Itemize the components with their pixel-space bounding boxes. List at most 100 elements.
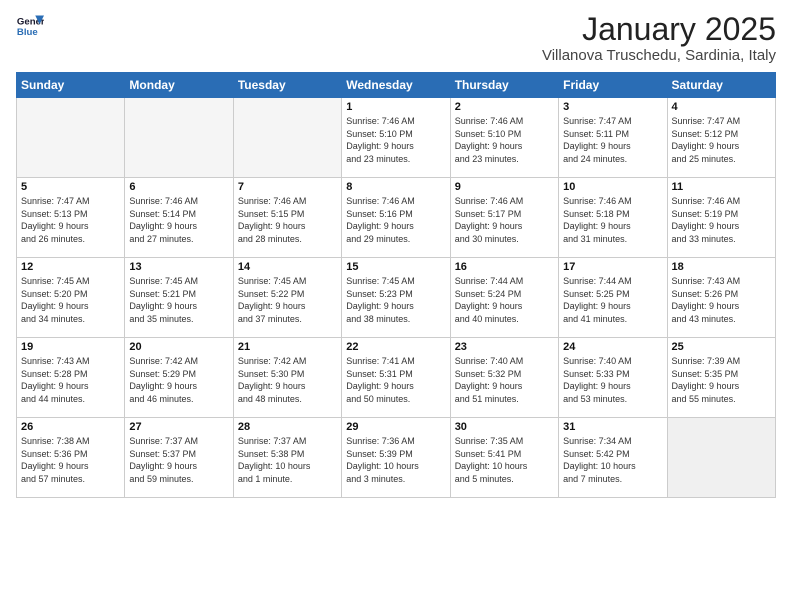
day-number: 12 xyxy=(21,261,120,273)
day-info: Sunrise: 7:36 AM Sunset: 5:39 PM Dayligh… xyxy=(346,435,445,485)
day-cell: 17 Sunrise: 7:44 AM Sunset: 5:25 PM Dayli… xyxy=(559,258,667,338)
day-number: 30 xyxy=(455,421,554,433)
day-number: 1 xyxy=(346,101,445,113)
day-info: Sunrise: 7:37 AM Sunset: 5:38 PM Dayligh… xyxy=(238,435,337,485)
day-info: Sunrise: 7:37 AM Sunset: 5:37 PM Dayligh… xyxy=(129,435,228,485)
day-cell: 29 Sunrise: 7:36 AM Sunset: 5:39 PM Dayli… xyxy=(342,418,450,498)
day-number: 18 xyxy=(672,261,771,273)
day-number: 6 xyxy=(129,181,228,193)
day-number: 17 xyxy=(563,261,662,273)
header-cell-monday: Monday xyxy=(125,73,233,98)
day-info: Sunrise: 7:43 AM Sunset: 5:26 PM Dayligh… xyxy=(672,275,771,325)
day-info: Sunrise: 7:46 AM Sunset: 5:19 PM Dayligh… xyxy=(672,195,771,245)
day-number: 22 xyxy=(346,341,445,353)
day-info: Sunrise: 7:45 AM Sunset: 5:22 PM Dayligh… xyxy=(238,275,337,325)
day-number: 2 xyxy=(455,101,554,113)
day-cell xyxy=(125,98,233,178)
day-cell: 3Sunrise: 7:47 AM Sunset: 5:11 PM Daylig… xyxy=(559,98,667,178)
day-cell: 1 Sunrise: 7:46 AM Sunset: 5:10 PM Daylig… xyxy=(342,98,450,178)
day-number: 29 xyxy=(346,421,445,433)
day-cell: 10 Sunrise: 7:46 AM Sunset: 5:18 PM Dayli… xyxy=(559,178,667,258)
day-number: 7 xyxy=(238,181,337,193)
day-cell: 19 Sunrise: 7:43 AM Sunset: 5:28 PM Dayli… xyxy=(17,338,125,418)
day-info: Sunrise: 7:39 AM Sunset: 5:35 PM Dayligh… xyxy=(672,355,771,405)
day-info: Sunrise: 7:35 AM Sunset: 5:41 PM Dayligh… xyxy=(455,435,554,485)
day-cell: 13Sunrise: 7:45 AM Sunset: 5:21 PM Dayli… xyxy=(125,258,233,338)
day-cell: 25 Sunrise: 7:39 AM Sunset: 5:35 PM Dayli… xyxy=(667,338,775,418)
day-info: Sunrise: 7:46 AM Sunset: 5:17 PM Dayligh… xyxy=(455,195,554,245)
day-info: Sunrise: 7:40 AM Sunset: 5:32 PM Dayligh… xyxy=(455,355,554,405)
header-cell-sunday: Sunday xyxy=(17,73,125,98)
day-info: Sunrise: 7:46 AM Sunset: 5:10 PM Dayligh… xyxy=(346,115,445,165)
day-number: 28 xyxy=(238,421,337,433)
week-row-3: 12 Sunrise: 7:45 AM Sunset: 5:20 PM Dayli… xyxy=(17,258,776,338)
day-info: Sunrise: 7:34 AM Sunset: 5:42 PM Dayligh… xyxy=(563,435,662,485)
day-cell: 8 Sunrise: 7:46 AM Sunset: 5:16 PM Daylig… xyxy=(342,178,450,258)
day-cell: 12 Sunrise: 7:45 AM Sunset: 5:20 PM Dayli… xyxy=(17,258,125,338)
day-info: Sunrise: 7:42 AM Sunset: 5:29 PM Dayligh… xyxy=(129,355,228,405)
day-cell: 11 Sunrise: 7:46 AM Sunset: 5:19 PM Dayli… xyxy=(667,178,775,258)
day-number: 20 xyxy=(129,341,228,353)
logo-icon: General Blue xyxy=(16,12,44,40)
day-number: 31 xyxy=(563,421,662,433)
day-number: 10 xyxy=(563,181,662,193)
day-info: Sunrise: 7:47 AM Sunset: 5:11 PM Dayligh… xyxy=(563,115,662,165)
header-cell-tuesday: Tuesday xyxy=(233,73,341,98)
day-number: 9 xyxy=(455,181,554,193)
day-cell xyxy=(233,98,341,178)
logo: General Blue xyxy=(16,12,44,40)
day-cell: 18 Sunrise: 7:43 AM Sunset: 5:26 PM Dayli… xyxy=(667,258,775,338)
day-number: 4 xyxy=(672,101,771,113)
calendar-container: General Blue January 2025 Villanova Trus… xyxy=(0,0,792,506)
day-number: 19 xyxy=(21,341,120,353)
day-info: Sunrise: 7:40 AM Sunset: 5:33 PM Dayligh… xyxy=(563,355,662,405)
svg-text:Blue: Blue xyxy=(17,27,38,38)
day-cell: 30 Sunrise: 7:35 AM Sunset: 5:41 PM Dayli… xyxy=(450,418,558,498)
day-cell: 5 Sunrise: 7:47 AM Sunset: 5:13 PM Daylig… xyxy=(17,178,125,258)
header-cell-thursday: Thursday xyxy=(450,73,558,98)
header-row: SundayMondayTuesdayWednesdayThursdayFrid… xyxy=(17,73,776,98)
header: General Blue January 2025 Villanova Trus… xyxy=(16,12,776,64)
day-info: Sunrise: 7:38 AM Sunset: 5:36 PM Dayligh… xyxy=(21,435,120,485)
day-number: 11 xyxy=(672,181,771,193)
day-number: 27 xyxy=(129,421,228,433)
day-cell: 15 Sunrise: 7:45 AM Sunset: 5:23 PM Dayli… xyxy=(342,258,450,338)
day-number: 26 xyxy=(21,421,120,433)
day-info: Sunrise: 7:46 AM Sunset: 5:10 PM Dayligh… xyxy=(455,115,554,165)
day-cell: 7Sunrise: 7:46 AM Sunset: 5:15 PM Daylig… xyxy=(233,178,341,258)
week-row-1: 1 Sunrise: 7:46 AM Sunset: 5:10 PM Daylig… xyxy=(17,98,776,178)
day-number: 5 xyxy=(21,181,120,193)
day-cell: 16Sunrise: 7:44 AM Sunset: 5:24 PM Dayli… xyxy=(450,258,558,338)
day-info: Sunrise: 7:43 AM Sunset: 5:28 PM Dayligh… xyxy=(21,355,120,405)
day-info: Sunrise: 7:47 AM Sunset: 5:13 PM Dayligh… xyxy=(21,195,120,245)
day-info: Sunrise: 7:45 AM Sunset: 5:20 PM Dayligh… xyxy=(21,275,120,325)
day-number: 23 xyxy=(455,341,554,353)
header-cell-saturday: Saturday xyxy=(667,73,775,98)
day-number: 15 xyxy=(346,261,445,273)
week-row-5: 26 Sunrise: 7:38 AM Sunset: 5:36 PM Dayli… xyxy=(17,418,776,498)
title-block: January 2025 Villanova Truschedu, Sardin… xyxy=(542,12,776,64)
day-cell: 9 Sunrise: 7:46 AM Sunset: 5:17 PM Daylig… xyxy=(450,178,558,258)
day-info: Sunrise: 7:42 AM Sunset: 5:30 PM Dayligh… xyxy=(238,355,337,405)
week-row-2: 5 Sunrise: 7:47 AM Sunset: 5:13 PM Daylig… xyxy=(17,178,776,258)
day-info: Sunrise: 7:41 AM Sunset: 5:31 PM Dayligh… xyxy=(346,355,445,405)
day-number: 14 xyxy=(238,261,337,273)
day-info: Sunrise: 7:46 AM Sunset: 5:18 PM Dayligh… xyxy=(563,195,662,245)
header-cell-friday: Friday xyxy=(559,73,667,98)
day-cell: 14 Sunrise: 7:45 AM Sunset: 5:22 PM Dayli… xyxy=(233,258,341,338)
day-number: 24 xyxy=(563,341,662,353)
day-cell: 4Sunrise: 7:47 AM Sunset: 5:12 PM Daylig… xyxy=(667,98,775,178)
day-info: Sunrise: 7:46 AM Sunset: 5:16 PM Dayligh… xyxy=(346,195,445,245)
day-number: 8 xyxy=(346,181,445,193)
day-cell: 28 Sunrise: 7:37 AM Sunset: 5:38 PM Dayli… xyxy=(233,418,341,498)
day-number: 25 xyxy=(672,341,771,353)
day-info: Sunrise: 7:45 AM Sunset: 5:23 PM Dayligh… xyxy=(346,275,445,325)
header-cell-wednesday: Wednesday xyxy=(342,73,450,98)
day-cell: 21Sunrise: 7:42 AM Sunset: 5:30 PM Dayli… xyxy=(233,338,341,418)
day-cell xyxy=(17,98,125,178)
day-info: Sunrise: 7:44 AM Sunset: 5:25 PM Dayligh… xyxy=(563,275,662,325)
day-cell: 20 Sunrise: 7:42 AM Sunset: 5:29 PM Dayli… xyxy=(125,338,233,418)
week-row-4: 19 Sunrise: 7:43 AM Sunset: 5:28 PM Dayli… xyxy=(17,338,776,418)
day-info: Sunrise: 7:45 AM Sunset: 5:21 PM Dayligh… xyxy=(129,275,228,325)
day-cell: 27 Sunrise: 7:37 AM Sunset: 5:37 PM Dayli… xyxy=(125,418,233,498)
